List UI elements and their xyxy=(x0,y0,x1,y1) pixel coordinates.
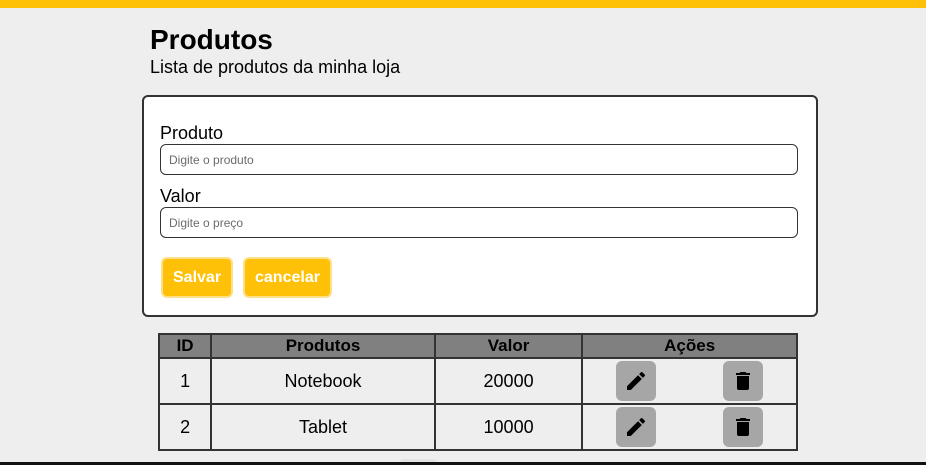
product-label: Produto xyxy=(160,123,224,143)
trash-icon xyxy=(731,369,755,393)
delete-button[interactable] xyxy=(723,407,763,447)
table-row: 2 Tablet 10000 xyxy=(157,403,798,451)
product-input[interactable] xyxy=(160,144,798,175)
edit-button[interactable] xyxy=(616,361,657,401)
product-form: Produto Valor Salvar cancelar xyxy=(142,95,818,317)
table-row: 1 Notebook 20000 xyxy=(157,357,798,405)
price-label: Valor xyxy=(160,186,201,206)
header-id: ID xyxy=(157,333,213,359)
save-button[interactable]: Salvar xyxy=(161,257,234,298)
row-value: 20000 xyxy=(433,357,584,405)
row-id: 1 xyxy=(157,357,213,405)
delete-button[interactable] xyxy=(723,361,763,401)
pencil-icon xyxy=(624,369,648,393)
page-title: Produtos xyxy=(150,24,273,55)
pencil-icon xyxy=(624,415,648,439)
row-product: Notebook xyxy=(210,357,436,405)
row-actions xyxy=(581,357,798,405)
header-actions: Ações xyxy=(581,333,798,359)
row-actions xyxy=(581,403,798,451)
cancel-button[interactable]: cancelar xyxy=(243,257,332,298)
row-value: 10000 xyxy=(433,403,584,451)
products-table: ID Produtos Valor Ações 1 Notebook 20000 xyxy=(157,333,798,451)
page-subtitle: Lista de produtos da minha loja xyxy=(150,57,401,77)
trash-icon xyxy=(731,415,755,439)
row-id: 2 xyxy=(157,403,213,451)
table-header-row: ID Produtos Valor Ações xyxy=(157,333,798,359)
row-product: Tablet xyxy=(210,403,436,451)
header-value: Valor xyxy=(433,333,584,359)
price-input[interactable] xyxy=(160,207,798,238)
page-header: Produtos Lista de produtos da minha loja xyxy=(150,24,400,78)
header-products: Produtos xyxy=(210,333,436,359)
top-accent-bar xyxy=(0,0,926,8)
edit-button[interactable] xyxy=(616,407,657,447)
